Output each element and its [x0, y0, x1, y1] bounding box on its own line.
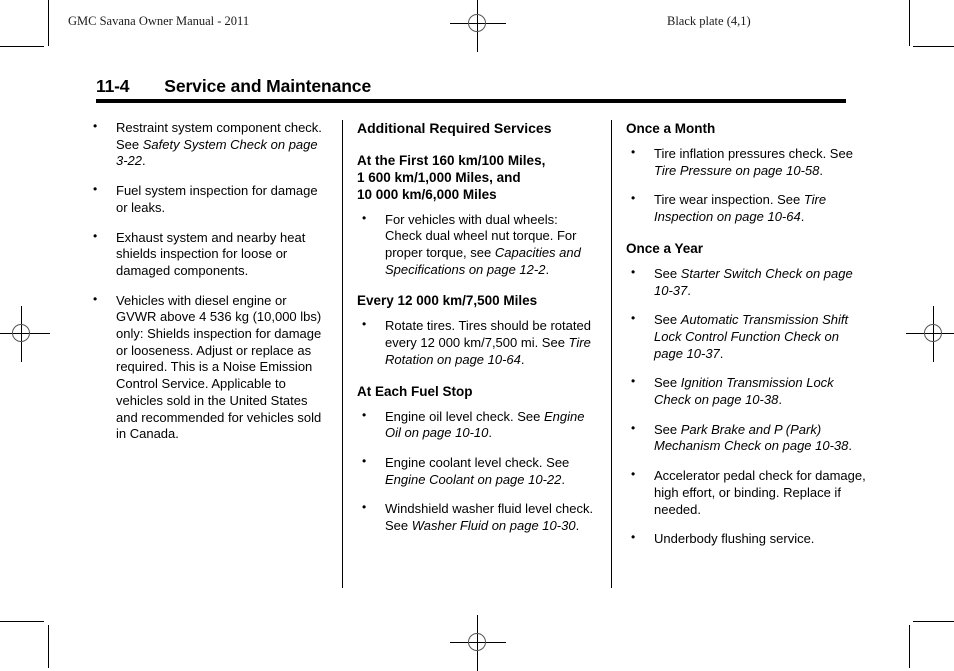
cross-reference: Safety System Check on page 3-22: [116, 136, 318, 169]
bullet-item: See Park Brake and P (Park) Mechanism Ch…: [626, 421, 866, 455]
crop-mark-top-left-vertical: [48, 0, 49, 46]
bullet-item: Tire wear inspection. See Tire Inspectio…: [626, 191, 866, 225]
bullet-item: Engine oil level check. See Engine Oil o…: [357, 408, 597, 442]
bullet-item: Vehicles with diesel engine or GVWR abov…: [88, 292, 328, 443]
section-heading: At the First 160 km/100 Miles, 1 600 km/1…: [357, 152, 546, 202]
section-heading-additional-required-services: Additional Required Services: [357, 120, 552, 136]
crop-mark-bottom-left-vertical: [48, 625, 49, 668]
bullet-list: Engine oil level check. See Engine Oil o…: [357, 408, 597, 535]
crop-mark-top-right-horizontal: [913, 46, 954, 47]
registration-mark-circle: [924, 324, 942, 342]
crop-mark-bottom-right-horizontal: [913, 621, 954, 622]
column-middle: Additional Required Services At the Firs…: [357, 120, 597, 590]
bullet-item: For vehicles with dual wheels: Check dua…: [357, 211, 597, 279]
bullet-item: See Starter Switch Check on page 10-37.: [626, 265, 866, 299]
registration-mark-bottom-icon: [450, 615, 506, 671]
column-left: Restraint system component check. See Sa…: [88, 119, 328, 590]
bullet-item: See Automatic Transmission Shift Lock Co…: [626, 311, 866, 362]
column-right: Once a Month Tire inflation pressures che…: [626, 120, 866, 590]
bullet-item: Windshield washer fluid level check. See…: [357, 500, 597, 534]
cross-reference: Capacities and Specifications on page 12…: [385, 245, 581, 277]
bullet-item: Tire inflation pressures check. See Tire…: [626, 145, 866, 179]
bullet-item: Restraint system component check. See Sa…: [88, 119, 328, 170]
bullet-list: Rotate tires. Tires should be rotated ev…: [357, 317, 597, 368]
registration-mark-circle: [468, 633, 486, 651]
page-number: 11-4: [96, 76, 130, 96]
registration-mark-right-icon: [906, 306, 954, 362]
section-heading: Once a Month: [626, 121, 716, 136]
bullet-list: Restraint system component check. See Sa…: [88, 119, 328, 443]
cross-reference: Tire Rotation on page 10-64: [385, 335, 591, 367]
cross-reference: Engine Coolant on page 10-22: [385, 471, 562, 487]
page-columns: Restraint system component check. See Sa…: [88, 119, 866, 590]
bullet-item: Rotate tires. Tires should be rotated ev…: [357, 317, 597, 368]
title-rule: [96, 99, 846, 103]
cross-reference: Automatic Transmission Shift Lock Contro…: [654, 312, 849, 361]
cross-reference: Engine Oil on page 10-10: [385, 408, 585, 441]
crop-mark-top-left-horizontal: [0, 46, 44, 47]
crop-mark-bottom-left-horizontal: [0, 621, 44, 622]
bullet-item: Engine coolant level check. See Engine C…: [357, 454, 597, 488]
cross-reference: Ignition Transmission Lock Check on page…: [654, 375, 834, 408]
section-heading: Every 12 000 km/7,500 Miles: [357, 293, 538, 309]
crop-mark-bottom-right-vertical: [909, 625, 910, 668]
section-heading: At Each Fuel Stop: [357, 383, 473, 399]
right-sections: Once a Month Tire inflation pressures che…: [626, 120, 866, 548]
bullet-item: Fuel system inspection for damage or lea…: [88, 182, 328, 216]
column-gap-2: [597, 120, 626, 590]
registration-mark-left-icon: [0, 306, 50, 362]
bullet-item: See Ignition Transmission Lock Check on …: [626, 374, 866, 408]
registration-mark-circle: [12, 324, 30, 342]
page-title-row: 11-4 Service and Maintenance: [96, 76, 846, 97]
bullet-list: See Starter Switch Check on page 10-37.S…: [626, 265, 866, 548]
cross-reference: Park Brake and P (Park) Mechanism Check …: [654, 421, 849, 454]
section-heading: Once a Year: [626, 240, 704, 256]
middle-sections: At the First 160 km/100 Miles, 1 600 km/1…: [357, 152, 597, 535]
cross-reference: Tire Pressure on page 10-58: [654, 162, 820, 178]
bullet-list: Tire inflation pressures check. See Tire…: [626, 145, 866, 226]
registration-mark-circle: [468, 14, 486, 32]
running-head-left: GMC Savana Owner Manual - 2011: [68, 14, 250, 28]
crop-mark-top-right-vertical: [909, 0, 910, 46]
bullet-item: Accelerator pedal check for damage, high…: [626, 467, 866, 518]
bullet-list: For vehicles with dual wheels: Check dua…: [357, 211, 597, 279]
column-gap-1: [328, 120, 357, 590]
registration-mark-top-icon: [450, 0, 506, 52]
column-divider-rule: [611, 120, 612, 588]
bullet-item: Underbody flushing service.: [626, 530, 866, 548]
bullet-item: Exhaust system and nearby heat shields i…: [88, 229, 328, 280]
cross-reference: Tire Inspection on page 10-64: [654, 192, 827, 225]
running-head-right: Black plate (4,1): [667, 14, 751, 28]
page-title: Service and Maintenance: [164, 76, 372, 96]
cross-reference: Starter Switch Check on page 10-37: [654, 265, 853, 298]
cross-reference: Washer Fluid on page 10-30: [411, 518, 576, 534]
column-divider-rule: [342, 120, 343, 588]
